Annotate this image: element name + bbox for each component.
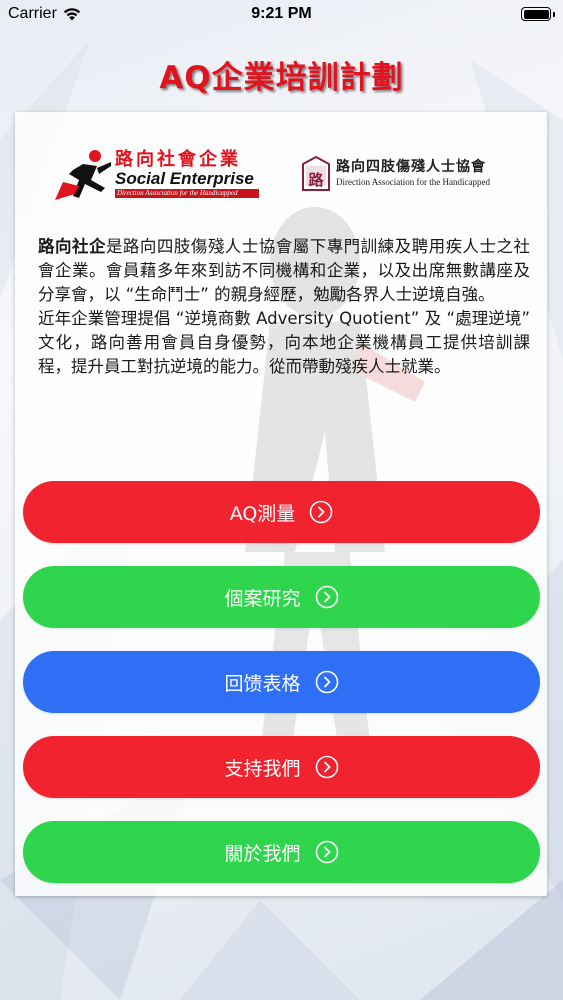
status-bar: Carrier 9:21 PM [0,0,563,30]
chevron-right-circle-icon [310,500,333,524]
about-us-button-label: 關於我們 [224,842,301,865]
feedback-form-button-label: 回馈表格 [224,672,301,695]
aq-test-button-label: AQ測量 [229,502,296,525]
page-title: AQ企業培訓計劃 [159,60,404,96]
about-us-button[interactable]: 關於我們 [23,821,540,883]
battery-tip [552,12,555,17]
aq-test-button[interactable]: AQ測量 [23,481,540,543]
logo-dah-chinese: 路向四肢傷殘人士協會 [336,159,486,175]
case-study-button-label: 個案研究 [224,587,301,610]
logo-se-chinese: 路向社會企業 [115,149,241,170]
association-logo-text: 路向四肢傷殘人士協會 Direction Association for the… [336,158,490,188]
intro-text: 路向社企是路向四肢傷殘人士協會屬下專門訓練及聘用疾人士之社會企業。會員藉多年來到… [38,235,530,379]
intro-paragraph-2: 近年企業管理提倡 “逆境商數 Adversity Quotient” 及 “處理… [38,309,530,376]
chevron-right-circle-icon [315,840,338,864]
intro-paragraph-1-text: 是路向四肢傷殘人士協會屬下專門訓練及聘用疾人士之社會企業。會員藉多年來到訪不同機… [38,237,531,304]
logo-se-english: Social Enterprise [115,169,254,188]
chevron-right-circle-icon [315,755,338,779]
association-logo: 路 路向四肢傷殘人士協會 Direction Association for t… [302,154,522,196]
social-enterprise-logo-text: 路向社會企業 Social Enterprise Direction Assoc… [115,150,275,198]
feedback-form-button[interactable]: 回馈表格 [23,651,540,713]
support-us-button[interactable]: 支持我們 [23,736,540,798]
logo-se-subtitle: Direction Association for the Handicappe… [115,189,259,198]
chevron-right-circle-icon [315,585,338,609]
logo-dah-english: Direction Association for the Handicappe… [336,177,490,187]
battery-icon [521,7,551,21]
support-us-button-label: 支持我們 [224,757,301,780]
case-study-button[interactable]: 個案研究 [23,566,540,628]
intro-paragraph-1: 路向社企是路向四肢傷殘人士協會屬下專門訓練及聘用疾人士之社會企業。會員藉多年來到… [38,235,530,307]
social-enterprise-logo: 路向社會企業 Social Enterprise Direction Assoc… [53,148,275,204]
battery-fill [523,9,549,19]
chevron-right-circle-icon [315,670,338,694]
intro-highlight: 路向社企 [38,237,106,256]
association-emblem-char: 路 [308,171,324,189]
runner-logo-icon [55,150,111,200]
status-time: 9:21 PM [251,5,312,22]
